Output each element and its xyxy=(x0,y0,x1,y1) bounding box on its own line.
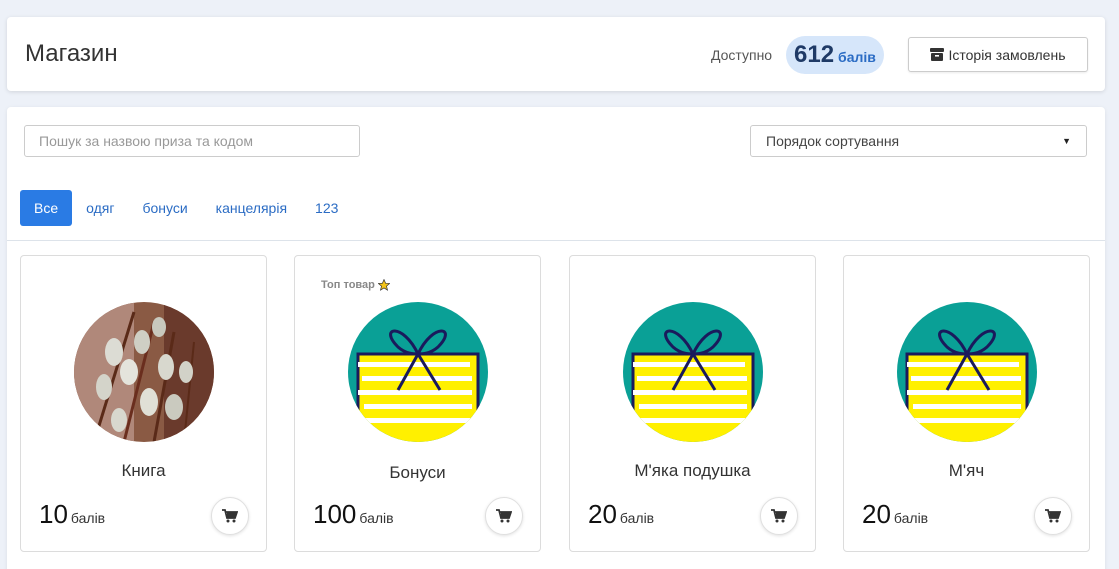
sort-order-label: Порядок сортування xyxy=(766,133,900,149)
add-to-cart-button[interactable] xyxy=(211,497,249,535)
product-card[interactable]: М'яка подушка 20 балів xyxy=(569,255,816,552)
add-to-cart-button[interactable] xyxy=(1034,497,1072,535)
tab-bonuses[interactable]: бонуси xyxy=(128,190,201,226)
price-value: 20 xyxy=(862,499,891,529)
price-unit: балів xyxy=(359,510,394,526)
price-value: 20 xyxy=(588,499,617,529)
add-to-cart-button[interactable] xyxy=(760,497,798,535)
price-value: 100 xyxy=(313,499,357,529)
header-bar: Магазин Доступно 612 балів Історія замов… xyxy=(7,17,1105,91)
points-balance-badge: 612 балів xyxy=(786,36,884,74)
cart-icon xyxy=(1045,509,1061,523)
points-unit: балів xyxy=(838,49,876,65)
willow-photo xyxy=(74,302,214,442)
price-unit: балів xyxy=(893,510,929,526)
product-price: 20 балів xyxy=(588,499,654,530)
product-image xyxy=(623,302,763,442)
price-value: 10 xyxy=(39,499,68,529)
divider xyxy=(7,240,1105,241)
tab-123[interactable]: 123 xyxy=(301,190,352,226)
product-name: М'яка подушка xyxy=(634,461,751,480)
page-title: Магазин xyxy=(25,40,118,67)
product-name: Книга xyxy=(121,461,166,480)
order-history-button[interactable]: Історія замовлень xyxy=(908,37,1088,72)
product-price: 100 балів xyxy=(313,499,394,530)
cart-icon xyxy=(496,509,512,523)
product-price: 20 балів xyxy=(862,499,928,530)
product-card[interactable]: Книга 10 балів xyxy=(20,255,267,552)
available-label: Доступно xyxy=(711,47,773,63)
product-card[interactable]: М'яч 20 балів xyxy=(843,255,1090,552)
caret-down-icon: ▼ xyxy=(1062,136,1071,146)
points-value: 612 xyxy=(794,41,835,68)
top-product-label: Топ товар xyxy=(321,279,375,291)
cart-icon xyxy=(771,509,787,523)
tab-stationery[interactable]: канцелярія xyxy=(202,190,301,226)
gift-icon xyxy=(348,302,488,442)
price-unit: балів xyxy=(619,510,655,526)
product-name: М'яч xyxy=(948,461,985,480)
sort-order-select[interactable]: Порядок сортування ▼ xyxy=(750,125,1087,157)
order-history-label: Історія замовлень xyxy=(948,46,1066,63)
cart-icon xyxy=(222,509,238,523)
tab-clothing[interactable]: одяг xyxy=(72,190,128,226)
shop-panel: Порядок сортування ▼ Все одяг бонуси кан… xyxy=(7,107,1105,569)
add-to-cart-button[interactable] xyxy=(485,497,523,535)
product-price: 10 балів xyxy=(39,499,105,530)
tab-all[interactable]: Все xyxy=(20,190,73,226)
search-input[interactable] xyxy=(24,125,360,157)
star-icon xyxy=(377,279,390,291)
category-tabs: Все одяг бонуси канцелярія 123 xyxy=(20,190,352,226)
gift-icon xyxy=(897,302,1037,442)
product-name: Бонуси xyxy=(389,463,446,482)
product-card[interactable]: Топ товар Бонуси 100 балів xyxy=(294,255,541,552)
product-image xyxy=(348,302,488,442)
product-image xyxy=(74,302,214,442)
top-product-badge: Топ товар xyxy=(321,279,390,291)
product-image xyxy=(897,302,1037,442)
gift-icon xyxy=(623,302,763,442)
archive-icon xyxy=(930,48,945,61)
price-unit: балів xyxy=(70,510,106,526)
